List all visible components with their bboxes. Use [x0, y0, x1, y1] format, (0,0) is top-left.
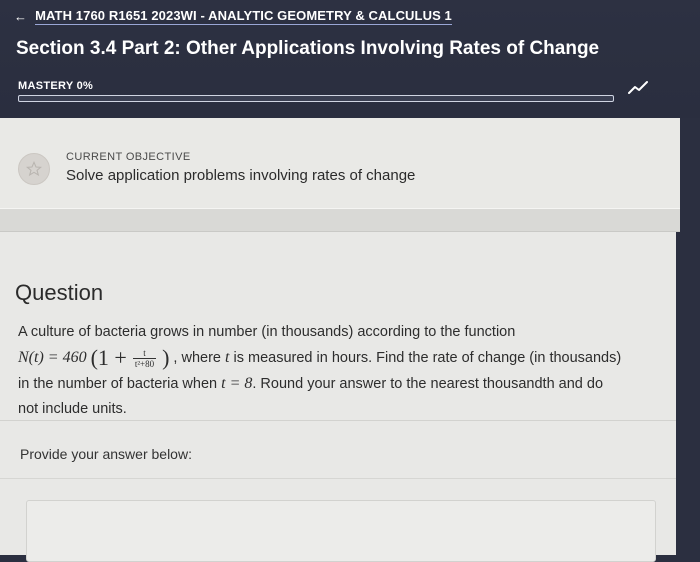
- page-title: Section 3.4 Part 2: Other Applications I…: [16, 38, 600, 59]
- objective-text: Solve application problems involving rat…: [66, 167, 416, 184]
- question-rest: is measured in hours. Find the rate of c…: [233, 350, 622, 366]
- question-line3: not include units.: [18, 401, 127, 417]
- course-link[interactable]: MATH 1760 R1651 2023WI - ANALYTIC GEOMET…: [35, 8, 452, 25]
- course-header: ← MATH 1760 R1651 2023WI - ANALYTIC GEOM…: [0, 0, 700, 118]
- formula-open: (1 +: [90, 345, 127, 370]
- formula-close: ): [162, 345, 170, 370]
- mastery-label: MASTERY 0%: [18, 80, 94, 92]
- question-intro: A culture of bacteria grows in number (i…: [18, 324, 516, 340]
- formula-fraction: t t²+80: [132, 348, 157, 369]
- answer-input[interactable]: [26, 500, 656, 562]
- mastery-progress-bar: [18, 95, 614, 102]
- variable-t: t: [225, 349, 230, 366]
- separator: [0, 420, 676, 421]
- trend-line-icon[interactable]: [628, 80, 648, 96]
- formula: N(t) = 460 (1 + t t²+80 ): [18, 345, 173, 370]
- fraction-numerator: t: [132, 348, 157, 359]
- question-card: Question A culture of bacteria grows in …: [0, 232, 676, 562]
- star-icon: [26, 161, 42, 177]
- separator: [0, 478, 676, 479]
- question-heading: Question: [15, 280, 104, 305]
- answer-prompt: Provide your answer below:: [20, 446, 192, 462]
- breadcrumb: ← MATH 1760 R1651 2023WI - ANALYTIC GEOM…: [14, 8, 452, 25]
- question-text: A culture of bacteria grows in number (i…: [18, 320, 666, 422]
- after-formula: , where: [173, 350, 221, 366]
- fraction-denominator: t²+80: [134, 358, 155, 369]
- objective-badge: [18, 153, 50, 185]
- question-line2-end: . Round your answer to the nearest thous…: [252, 376, 604, 392]
- objective-label: CURRENT OBJECTIVE: [66, 151, 191, 163]
- t-value: t = 8: [221, 375, 253, 392]
- divider: [0, 208, 680, 232]
- back-arrow-icon[interactable]: ←: [14, 9, 27, 24]
- question-line2-start: in the number of bacteria when: [18, 376, 218, 392]
- formula-lhs: N(t) = 460: [18, 349, 87, 366]
- objective-card: CURRENT OBJECTIVE Solve application prob…: [0, 118, 680, 218]
